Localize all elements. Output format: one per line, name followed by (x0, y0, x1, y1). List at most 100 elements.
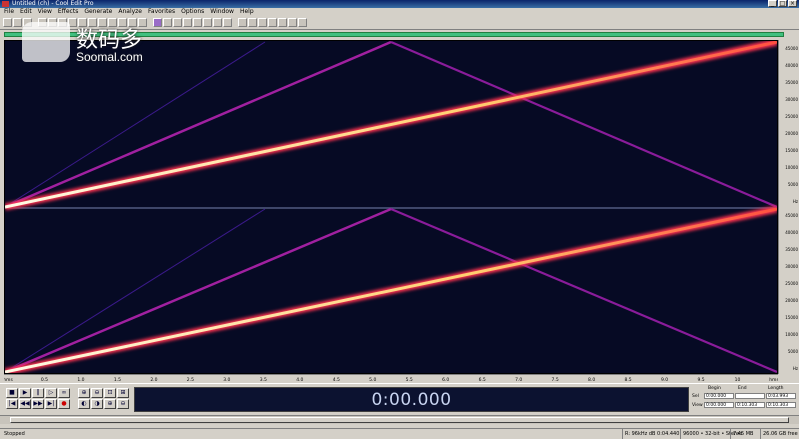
record-button[interactable]: ● (58, 399, 70, 409)
time-tick-label: 2.0 (150, 377, 157, 382)
freq-tick-label: 25000 (785, 114, 798, 119)
zoom-out-icon[interactable]: ⊖ (91, 388, 103, 398)
time-tick-label: 8.5 (625, 377, 632, 382)
menu-file[interactable]: File (4, 8, 14, 16)
new-file-button[interactable] (3, 18, 12, 27)
sel-length-field[interactable]: 0:03.993 (766, 393, 796, 399)
selection-panel: Begin End Length Sel View 0:00.000 0:03.… (692, 386, 797, 414)
freq-tick-label: 35000 (785, 247, 798, 252)
stop-button[interactable]: ■ (6, 388, 18, 398)
zoom-vertical-in-icon[interactable]: ⊕ (104, 399, 116, 409)
header-begin: Begin (708, 386, 721, 391)
menu-edit[interactable]: Edit (20, 8, 32, 16)
header-length: Length (768, 386, 784, 391)
effect-button-6[interactable] (288, 18, 297, 27)
play-button[interactable]: ▶ (19, 388, 31, 398)
rewind-button[interactable]: ◀◀ (19, 399, 31, 409)
close-button[interactable]: × (788, 0, 797, 7)
effect-button-7[interactable] (298, 18, 307, 27)
frequency-analysis-button[interactable] (203, 18, 212, 27)
freq-tick-label: 15000 (785, 315, 798, 320)
menu-favorites[interactable]: Favorites (148, 8, 175, 16)
effect-button-2[interactable] (248, 18, 257, 27)
sel-label: Sel (692, 394, 699, 399)
open-file-button[interactable] (13, 18, 22, 27)
settings-button[interactable] (193, 18, 202, 27)
freq-tick-label: 5000 (787, 182, 798, 187)
statistics-button[interactable] (213, 18, 222, 27)
status-free: 26.06 GB free (760, 429, 798, 439)
header-end: End (738, 386, 747, 391)
time-tick-label: hms (4, 377, 13, 382)
zoom-in-icon[interactable]: ⊕ (78, 388, 90, 398)
time-tick-label: 8.0 (588, 377, 595, 382)
freq-tick-label: 40000 (785, 63, 798, 68)
effect-button-3[interactable] (258, 18, 267, 27)
watermark-site: Soomal.com (76, 50, 143, 64)
view-label: View (692, 403, 703, 408)
menu-analyze[interactable]: Analyze (118, 8, 142, 16)
zoom-vertical-out-icon[interactable]: ⊖ (117, 399, 129, 409)
spectral-view[interactable] (4, 38, 778, 376)
freq-tick-label: Hz (792, 366, 798, 371)
menu-effects[interactable]: Effects (58, 8, 78, 16)
title-bar: Untitled (ch) - Cool Edit Pro _ □ × (0, 0, 799, 8)
zoom-right-icon[interactable]: ◑ (91, 399, 103, 409)
status-state: Stopped (4, 431, 25, 437)
loop-button[interactable]: ∞ (58, 388, 70, 398)
go-end-button[interactable]: ▶| (45, 399, 57, 409)
freq-tick-label: Hz (792, 199, 798, 204)
time-tick-label: 9.5 (697, 377, 704, 382)
time-tick-label: 0.5 (41, 377, 48, 382)
menu-help[interactable]: Help (240, 8, 254, 16)
time-tick-label: 9.0 (661, 377, 668, 382)
spectrogram-canvas (4, 38, 778, 376)
time-tick-label: 6.5 (479, 377, 486, 382)
menu-options[interactable]: Options (181, 8, 204, 16)
time-tick-label: 4.5 (333, 377, 340, 382)
watermark: 数码多 Soomal.com (22, 18, 182, 68)
horizontal-scrollbar[interactable] (0, 415, 799, 424)
effect-button-4[interactable] (268, 18, 277, 27)
scroll-thumb[interactable] (10, 417, 789, 423)
minimize-button[interactable]: _ (768, 0, 777, 7)
time-tick-label: 5.0 (369, 377, 376, 382)
zoom-left-icon[interactable]: ◐ (78, 399, 90, 409)
freq-tick-label: 5000 (787, 349, 798, 354)
go-start-button[interactable]: |◀ (6, 399, 18, 409)
menu-window[interactable]: Window (210, 8, 234, 16)
status-bar: Stopped R: 96kHz dB 0:04.440 96000 • 32-… (0, 428, 799, 439)
zoom-controls: ⊕ ⊖ ⊡ ⊞ ◐ ◑ ⊕ ⊖ (78, 388, 132, 409)
freq-tick-label: 35000 (785, 80, 798, 85)
view-end-field[interactable]: 0:10.303 (735, 402, 765, 408)
time-tick-label: 1.5 (114, 377, 121, 382)
marker-button[interactable] (223, 18, 232, 27)
zoom-selection-icon[interactable]: ⊞ (117, 388, 129, 398)
menu-view[interactable]: View (38, 8, 52, 16)
view-begin-field[interactable]: 0:00.000 (704, 402, 734, 408)
freq-tick-label: 10000 (785, 165, 798, 170)
status-size: 7.45 MB (730, 429, 753, 439)
time-tick-label: 10 (735, 377, 741, 382)
watermark-logo (22, 22, 70, 62)
forward-button[interactable]: ▶▶ (32, 399, 44, 409)
freq-tick-label: 25000 (785, 281, 798, 286)
pause-button[interactable]: ‖ (32, 388, 44, 398)
effect-button-5[interactable] (278, 18, 287, 27)
time-tick-label: hms (769, 377, 778, 382)
time-tick-label: 6.0 (442, 377, 449, 382)
play-to-end-button[interactable]: ▷ (45, 388, 57, 398)
zoom-full-icon[interactable]: ⊡ (104, 388, 116, 398)
menu-generate[interactable]: Generate (84, 8, 112, 16)
view-length-field[interactable]: 0:10.303 (766, 402, 796, 408)
sel-end-field[interactable] (735, 393, 765, 399)
effect-button-1[interactable] (238, 18, 247, 27)
time-display: 0:00.000 (134, 387, 689, 412)
freq-tick-label: 45000 (785, 46, 798, 51)
time-tick-label: 5.5 (406, 377, 413, 382)
time-tick-label: 7.5 (552, 377, 559, 382)
maximize-button[interactable]: □ (778, 0, 787, 7)
freq-tick-label: 15000 (785, 148, 798, 153)
sel-begin-field[interactable]: 0:00.000 (704, 393, 734, 399)
cd-view-button[interactable] (183, 18, 192, 27)
